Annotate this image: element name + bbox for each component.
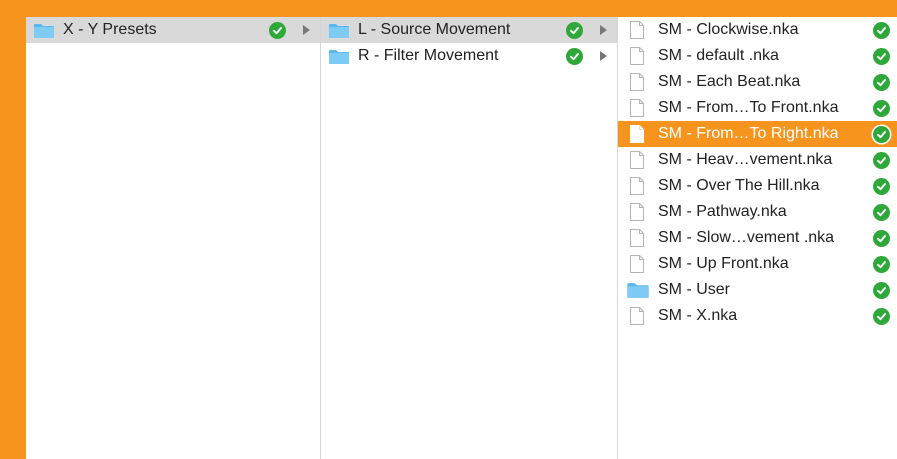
file-icon [630, 47, 644, 65]
green-checkmark-icon [566, 21, 583, 39]
green-checkmark-icon [873, 255, 890, 273]
file-label: SM - default .nka [658, 47, 779, 64]
green-checkmark-icon [269, 21, 286, 39]
green-checkmark-icon [873, 21, 890, 39]
file-label: SM - X.nka [658, 307, 738, 324]
file-icon [630, 73, 644, 91]
green-checkmark-icon [873, 307, 890, 325]
file-label: SM - Heav…vement.nka [658, 151, 833, 168]
file-icon [630, 203, 644, 221]
folder-row-filter-movement[interactable]: R - Filter Movement [321, 43, 617, 69]
file-icon [630, 125, 644, 143]
file-label: SM - Slow…vement .nka [658, 229, 835, 246]
chevron-right-icon [303, 25, 310, 35]
column-1[interactable]: X - Y Presets [26, 17, 321, 459]
chevron-right-icon [600, 25, 607, 35]
file-label: SM - Each Beat.nka [658, 73, 801, 90]
folder-row-user[interactable]: SM - User [618, 277, 897, 303]
file-row[interactable]: SM - Each Beat.nka [618, 69, 897, 95]
folder-row-xy-presets[interactable]: X - Y Presets [26, 17, 320, 43]
green-checkmark-icon [566, 47, 583, 65]
folder-icon [329, 23, 349, 38]
file-row[interactable]: SM - X.nka [618, 303, 897, 329]
file-icon [630, 255, 644, 273]
green-checkmark-icon [873, 73, 890, 91]
green-checkmark-icon [873, 281, 890, 299]
column-browser: X - Y Presets L - Source Movement R - Fi… [26, 17, 897, 459]
folder-icon [627, 283, 649, 298]
file-icon [630, 177, 644, 195]
file-row[interactable]: SM - Up Front.nka [618, 251, 897, 277]
file-row[interactable]: SM - Heav…vement.nka [618, 147, 897, 173]
file-row[interactable]: SM - Over The Hill.nka [618, 173, 897, 199]
green-checkmark-icon [873, 99, 890, 117]
green-checkmark-icon [873, 151, 890, 169]
column-2[interactable]: L - Source Movement R - Filter Movement [321, 17, 618, 459]
file-row[interactable]: SM - Slow…vement .nka [618, 225, 897, 251]
file-icon [630, 151, 644, 169]
file-row[interactable]: SM - Clockwise.nka [618, 17, 897, 43]
file-label: SM - Clockwise.nka [658, 21, 799, 38]
file-label: SM - Pathway.nka [658, 203, 787, 220]
chevron-right-icon [600, 51, 607, 61]
file-label: SM - From…To Right.nka [658, 125, 839, 142]
file-label: SM - Up Front.nka [658, 255, 789, 272]
green-checkmark-icon [873, 203, 890, 221]
green-checkmark-icon [873, 125, 890, 143]
file-row[interactable]: SM - Pathway.nka [618, 199, 897, 225]
file-row[interactable]: SM - From…To Front.nka [618, 95, 897, 121]
file-icon [630, 21, 644, 39]
green-checkmark-icon [873, 177, 890, 195]
green-checkmark-icon [873, 229, 890, 247]
file-icon [630, 99, 644, 117]
folder-row-source-movement[interactable]: L - Source Movement [321, 17, 617, 43]
column-3[interactable]: SM - Clockwise.nka SM - default .nka SM … [618, 17, 897, 459]
file-label: SM - From…To Front.nka [658, 99, 839, 116]
green-checkmark-icon [873, 47, 890, 65]
file-label: SM - Over The Hill.nka [658, 177, 820, 194]
folder-label: SM - User [658, 281, 730, 298]
file-row-selected[interactable]: SM - From…To Right.nka [618, 121, 897, 147]
folder-icon [34, 23, 54, 38]
file-icon [630, 307, 644, 325]
file-icon [630, 229, 644, 247]
file-row[interactable]: SM - default .nka [618, 43, 897, 69]
folder-icon [329, 49, 349, 64]
